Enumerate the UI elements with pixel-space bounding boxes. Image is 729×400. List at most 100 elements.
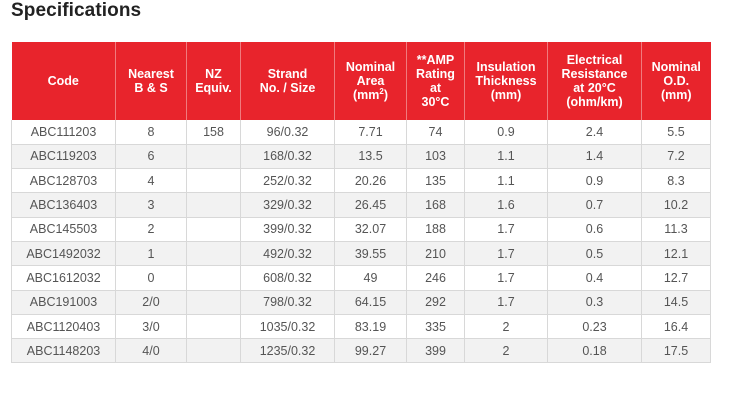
cell-area: 99.27 [334, 338, 407, 364]
specifications-table: Code Nearest B & S NZ Equiv. Strand No. / Size… [11, 42, 711, 364]
cell-nz [186, 144, 241, 170]
cell-nearest: 2/0 [115, 290, 187, 315]
cell-nearest: 8 [115, 120, 187, 145]
cell-amp: 292 [406, 290, 465, 315]
cell-strand: 399/0.32 [240, 217, 335, 242]
cell-strand: 1035/0.32 [240, 314, 335, 340]
column-header-area: Nominal Area (mm2) [334, 42, 407, 120]
cell-resistance: 0.5 [547, 241, 642, 267]
cell-nearest: 3/0 [115, 314, 187, 340]
column-header-resistance: Electrical Resistance at 20°C (ohm/km) [547, 42, 642, 120]
cell-od: 7.2 [641, 144, 711, 170]
column-header-od: Nominal O.D. (mm) [641, 42, 711, 120]
column-header-code: Code [11, 42, 116, 120]
cell-insulation: 0.9 [464, 120, 548, 145]
cell-area: 39.55 [334, 241, 407, 267]
table-row: ABC119203 6 168/0.32 13.5 103 1.1 1.4 7.2 [11, 144, 711, 170]
table-row: ABC1612032 0 608/0.32 49 246 1.7 0.4 12.7 [11, 265, 711, 291]
column-header-insulation: Insulation Thickness (mm) [464, 42, 548, 120]
cell-insulation: 1.7 [464, 241, 548, 267]
cell-amp: 335 [406, 314, 465, 340]
cell-insulation: 1.1 [464, 168, 548, 194]
cell-nz [186, 168, 241, 194]
table-row: ABC145503 2 399/0.32 32.07 188 1.7 0.6 11.3 [11, 217, 711, 242]
column-header-strand: Strand No. / Size [240, 42, 335, 120]
cell-amp: 399 [406, 338, 465, 364]
cell-od: 12.1 [641, 241, 711, 267]
table-row: ABC128703 4 252/0.32 20.26 135 1.1 0.9 8.3 [11, 168, 711, 194]
section-title: Specifications [11, 0, 142, 21]
cell-nearest: 2 [115, 217, 187, 242]
cell-area: 13.5 [334, 144, 407, 170]
cell-strand: 798/0.32 [240, 290, 335, 315]
cell-strand: 168/0.32 [240, 144, 335, 170]
cell-insulation: 1.1 [464, 144, 548, 170]
cell-insulation: 2 [464, 314, 548, 340]
cell-amp: 168 [406, 192, 465, 218]
cell-code: ABC1120403 [11, 314, 116, 340]
column-header-nz: NZ Equiv. [186, 42, 241, 120]
cell-od: 5.5 [641, 120, 711, 145]
cell-nz [186, 265, 241, 291]
cell-code: ABC145503 [11, 217, 116, 242]
cell-nearest: 3 [115, 192, 187, 218]
cell-od: 16.4 [641, 314, 711, 340]
cell-nz [186, 314, 241, 340]
cell-strand: 492/0.32 [240, 241, 335, 267]
cell-nz [186, 241, 241, 267]
cell-nz: 158 [186, 120, 241, 145]
cell-nz [186, 338, 241, 364]
cell-insulation: 2 [464, 338, 548, 364]
cell-code: ABC191003 [11, 290, 116, 315]
cell-amp: 246 [406, 265, 465, 291]
cell-amp: 74 [406, 120, 465, 145]
cell-area: 83.19 [334, 314, 407, 340]
cell-resistance: 1.4 [547, 144, 642, 170]
cell-area: 49 [334, 265, 407, 291]
cell-resistance: 0.3 [547, 290, 642, 315]
cell-nearest: 6 [115, 144, 187, 170]
cell-code: ABC1492032 [11, 241, 116, 267]
cell-amp: 188 [406, 217, 465, 242]
cell-nz [186, 290, 241, 315]
cell-nearest: 4/0 [115, 338, 187, 364]
cell-strand: 329/0.32 [240, 192, 335, 218]
cell-code: ABC119203 [11, 144, 116, 170]
cell-insulation: 1.6 [464, 192, 548, 218]
cell-amp: 103 [406, 144, 465, 170]
cell-nz [186, 192, 241, 218]
cell-area: 64.15 [334, 290, 407, 315]
cell-resistance: 0.6 [547, 217, 642, 242]
table-row: ABC111203 8 158 96/0.32 7.71 74 0.9 2.4 5.5 [11, 120, 711, 145]
table-row: ABC191003 2/0 798/0.32 64.15 292 1.7 0.3 14.5 [11, 290, 711, 315]
cell-strand: 1235/0.32 [240, 338, 335, 364]
cell-resistance: 0.4 [547, 265, 642, 291]
cell-resistance: 0.9 [547, 168, 642, 194]
cell-nearest: 0 [115, 265, 187, 291]
cell-amp: 210 [406, 241, 465, 267]
cell-code: ABC136403 [11, 192, 116, 218]
cell-insulation: 1.7 [464, 265, 548, 291]
cell-nearest: 4 [115, 168, 187, 194]
specifications-page: Specifications Code Nearest B & S NZ Equiv. S… [0, 0, 729, 400]
column-header-nearest: Nearest B & S [115, 42, 187, 120]
cell-code: ABC128703 [11, 168, 116, 194]
cell-insulation: 1.7 [464, 217, 548, 242]
cell-od: 17.5 [641, 338, 711, 364]
table-row: ABC1492032 1 492/0.32 39.55 210 1.7 0.5 12.1 [11, 241, 711, 267]
cell-code: ABC1612032 [11, 265, 116, 291]
cell-nz [186, 217, 241, 242]
table-row: ABC136403 3 329/0.32 26.45 168 1.6 0.7 10.2 [11, 192, 711, 218]
cell-area: 26.45 [334, 192, 407, 218]
table-body: ABC111203 8 158 96/0.32 7.71 74 0.9 2.4 5.5 ABC11… [11, 120, 711, 364]
cell-code: ABC111203 [11, 120, 116, 145]
column-header-amp: **AMP Rating at 30°C [406, 42, 465, 120]
cell-od: 14.5 [641, 290, 711, 315]
cell-amp: 135 [406, 168, 465, 194]
cell-resistance: 2.4 [547, 120, 642, 145]
cell-area: 32.07 [334, 217, 407, 242]
cell-resistance: 0.7 [547, 192, 642, 218]
cell-od: 11.3 [641, 217, 711, 242]
cell-strand: 96/0.32 [240, 120, 335, 145]
cell-nearest: 1 [115, 241, 187, 267]
